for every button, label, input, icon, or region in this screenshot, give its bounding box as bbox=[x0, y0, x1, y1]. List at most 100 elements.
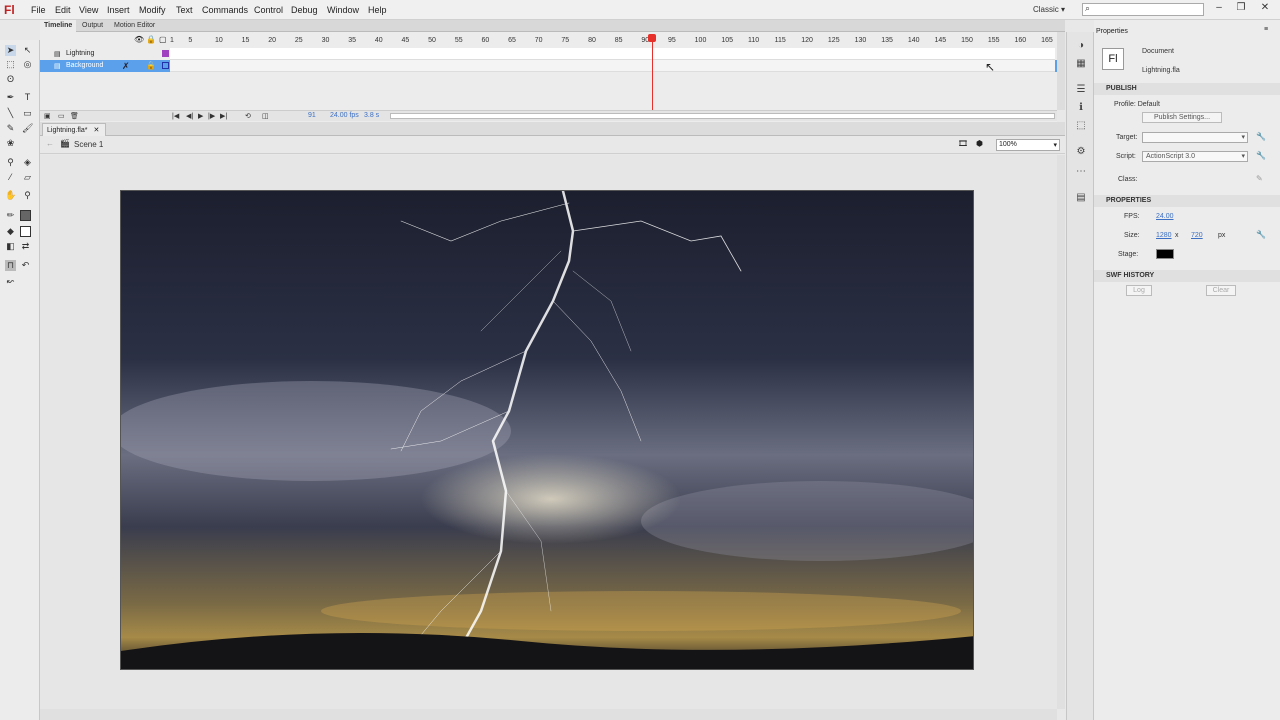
rectangle-tool-icon[interactable]: ▭ bbox=[22, 108, 33, 119]
fill-color-swatch[interactable] bbox=[20, 226, 31, 237]
subselection-tool-icon[interactable]: ↖ bbox=[22, 45, 33, 56]
default-colors-icon[interactable]: ◧ bbox=[5, 241, 16, 252]
layer-row-lightning[interactable]: ▤ Lightning bbox=[40, 48, 1057, 60]
new-layer-icon[interactable]: ▣ bbox=[44, 112, 51, 120]
help-search-input[interactable]: ⌕ bbox=[1082, 3, 1204, 16]
hand-tool-icon[interactable]: ✋ bbox=[5, 190, 16, 201]
straighten-icon[interactable]: ↜ bbox=[5, 276, 16, 287]
selection-tool-icon[interactable]: ➤ bbox=[5, 45, 16, 56]
3d-rotation-icon[interactable]: ◎ bbox=[22, 59, 33, 70]
snap-icon[interactable]: ⊓ bbox=[5, 260, 16, 271]
lock-icon[interactable]: 🔒 bbox=[146, 35, 156, 44]
frame-rate[interactable]: 24.00 fps bbox=[330, 112, 359, 119]
stage-color-swatch[interactable] bbox=[1156, 249, 1174, 259]
lasso-tool-icon[interactable]: ʘ bbox=[5, 74, 16, 85]
pasteboard[interactable] bbox=[40, 155, 1057, 710]
menu-edit[interactable]: Edit bbox=[55, 5, 71, 15]
clear-button[interactable]: Clear bbox=[1206, 285, 1236, 296]
stage-width[interactable]: 1280 bbox=[1156, 232, 1172, 239]
menu-text[interactable]: Text bbox=[176, 5, 193, 15]
size-settings-icon[interactable]: 🔧 bbox=[1256, 230, 1266, 239]
frame-track[interactable] bbox=[170, 48, 1055, 60]
fps-value[interactable]: 24.00 bbox=[1156, 213, 1174, 220]
play-icon[interactable]: ▶ bbox=[198, 112, 203, 120]
menu-modify[interactable]: Modify bbox=[139, 5, 166, 15]
zoom-tool-icon[interactable]: ⚲ bbox=[22, 190, 33, 201]
back-arrow-icon[interactable]: ← bbox=[46, 139, 54, 148]
menu-debug[interactable]: Debug bbox=[291, 5, 318, 15]
scene-name[interactable]: Scene 1 bbox=[74, 140, 103, 149]
close-button[interactable]: ✕ bbox=[1254, 1, 1276, 15]
lock-icon[interactable]: 🔒 bbox=[146, 61, 156, 70]
script-select[interactable]: ActionScript 3.0 ▾ bbox=[1142, 151, 1248, 162]
maximize-button[interactable]: ❐ bbox=[1230, 1, 1252, 15]
stage-height[interactable]: 720 bbox=[1191, 232, 1203, 239]
eraser-icon[interactable]: ▱ bbox=[22, 172, 33, 183]
properties-section-header[interactable]: PROPERTIES bbox=[1094, 195, 1280, 207]
stage-hscroll[interactable] bbox=[40, 709, 1057, 720]
swf-history-section-header[interactable]: SWF HISTORY bbox=[1094, 270, 1280, 282]
motion-presets-icon[interactable]: ⋯ bbox=[1075, 166, 1087, 178]
stage-vscroll[interactable] bbox=[1057, 155, 1065, 709]
publish-settings-button[interactable]: Publish Settings... bbox=[1142, 112, 1222, 123]
new-folder-icon[interactable]: ▭ bbox=[58, 112, 65, 120]
menu-control[interactable]: Control bbox=[254, 5, 283, 15]
transform-icon[interactable]: ⬚ bbox=[1075, 120, 1087, 132]
menu-file[interactable]: File bbox=[31, 5, 46, 15]
align-icon[interactable]: ☰ bbox=[1075, 84, 1087, 96]
library-icon[interactable]: ▤ bbox=[1075, 192, 1087, 204]
free-transform-icon[interactable]: ⬚ bbox=[5, 59, 16, 70]
timeline-vscroll[interactable] bbox=[1057, 32, 1065, 110]
zoom-select[interactable]: 100% ▾ bbox=[996, 139, 1060, 151]
edit-symbols-icon[interactable]: ⬢ bbox=[976, 139, 983, 148]
layer-name[interactable]: Lightning bbox=[66, 50, 94, 57]
current-frame[interactable]: 91 bbox=[308, 112, 316, 119]
log-button[interactable]: Log bbox=[1126, 285, 1152, 296]
menu-insert[interactable]: Insert bbox=[107, 5, 130, 15]
components-icon[interactable]: ⚙ bbox=[1075, 146, 1087, 158]
step-back-icon[interactable]: ◀| bbox=[186, 112, 193, 120]
go-to-last-icon[interactable]: ▶| bbox=[220, 112, 227, 120]
layer-name[interactable]: Background bbox=[66, 62, 103, 69]
line-tool-icon[interactable]: ╲ bbox=[5, 108, 16, 119]
deco-tool-icon[interactable]: ❀ bbox=[5, 138, 16, 149]
frame-track[interactable] bbox=[170, 60, 1055, 72]
pen-tool-icon[interactable]: ✒ bbox=[5, 92, 16, 103]
brush-tool-icon[interactable]: 🖌 bbox=[22, 123, 33, 134]
smooth-icon[interactable]: ↶ bbox=[20, 260, 31, 271]
stage-canvas[interactable] bbox=[120, 190, 974, 670]
stroke-color-icon[interactable]: ✏ bbox=[5, 210, 16, 221]
delete-layer-icon[interactable]: 🗑 bbox=[70, 112, 79, 120]
show-hide-icon[interactable]: 👁 bbox=[134, 35, 144, 44]
script-settings-icon[interactable]: 🔧 bbox=[1256, 151, 1266, 160]
go-to-first-icon[interactable]: |◀ bbox=[172, 112, 179, 120]
bone-tool-icon[interactable]: ⚲ bbox=[5, 157, 16, 168]
color-panel-icon[interactable]: ◑ bbox=[1075, 40, 1087, 52]
tab-timeline[interactable]: Timeline bbox=[40, 20, 77, 32]
step-forward-icon[interactable]: |▶ bbox=[208, 112, 215, 120]
loop-icon[interactable]: ⟲ bbox=[245, 112, 251, 120]
timeline-hscroll[interactable] bbox=[390, 113, 1055, 119]
publish-section-header[interactable]: PUBLISH bbox=[1094, 83, 1280, 95]
tab-properties[interactable]: Properties bbox=[1096, 28, 1128, 35]
target-settings-icon[interactable]: 🔧 bbox=[1256, 132, 1266, 141]
tab-output[interactable]: Output bbox=[78, 20, 107, 32]
close-tab-icon[interactable]: ✕ bbox=[93, 127, 99, 134]
outline-icon[interactable]: ▢ bbox=[159, 35, 167, 44]
stroke-color-swatch[interactable] bbox=[20, 210, 31, 221]
menu-view[interactable]: View bbox=[79, 5, 98, 15]
fill-color-icon[interactable]: ◆ bbox=[5, 226, 16, 237]
menu-window[interactable]: Window bbox=[327, 5, 359, 15]
panel-menu-icon[interactable]: ≡ bbox=[1264, 26, 1268, 33]
swap-colors-icon[interactable]: ⇄ bbox=[20, 241, 31, 252]
minimize-button[interactable]: – bbox=[1208, 1, 1230, 15]
frame-ruler[interactable]: 1 5 10 15 20 25 30 35 40 45 50 55 60 65 70 75 80 85 90 95 10… bbox=[170, 34, 1057, 46]
paint-bucket-icon[interactable]: ◈ bbox=[22, 157, 33, 168]
target-select[interactable]: ▾ bbox=[1142, 132, 1248, 143]
edit-scene-icon[interactable]: 🎞 bbox=[958, 139, 968, 148]
layer-outline-color[interactable] bbox=[162, 50, 169, 57]
eyedropper-icon[interactable]: ⁄ bbox=[5, 172, 16, 183]
text-tool-icon[interactable]: T bbox=[22, 92, 33, 103]
onion-skin-icon[interactable]: ◫ bbox=[262, 112, 269, 120]
menu-commands[interactable]: Commands bbox=[202, 5, 248, 15]
